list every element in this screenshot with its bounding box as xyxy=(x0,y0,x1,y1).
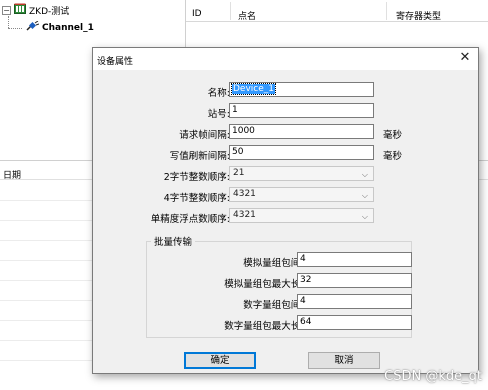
tree-connector xyxy=(8,16,9,28)
channel-plug-icon xyxy=(26,20,40,35)
log-row xyxy=(0,320,100,321)
log-row xyxy=(0,300,100,301)
dialog-titlebar[interactable]: 设备属性 ✕ xyxy=(93,48,478,70)
ok-button[interactable]: 确定 xyxy=(184,352,256,369)
float-order-value: 4321 xyxy=(233,210,256,220)
station-label: 站号: xyxy=(207,109,230,120)
station-field[interactable]: 1 xyxy=(229,103,374,118)
name-field[interactable]: Device_1 xyxy=(229,82,374,97)
log-row xyxy=(0,220,100,221)
float-order-label: 单精度浮点数顺序: xyxy=(150,214,230,225)
tree-node-root[interactable]: − ZKD-测试 xyxy=(2,3,69,17)
chevron-down-icon: ⌵ xyxy=(361,212,368,221)
tree-channel-label: Channel_1 xyxy=(42,23,94,33)
tree-root-label: ZKD-测试 xyxy=(29,6,70,17)
analog-interval-field[interactable]: 4 xyxy=(297,252,412,267)
watermark: CSDN @kde_qt xyxy=(384,369,482,384)
column-register-type[interactable]: 寄存器类型 xyxy=(396,9,441,22)
dialog-title: 设备属性 xyxy=(97,57,134,67)
byte4-order-value: 4321 xyxy=(233,189,256,199)
column-date[interactable]: 日期 xyxy=(3,168,21,181)
name-value: Device_1 xyxy=(230,83,277,95)
analog-maxlen-field[interactable]: 32 xyxy=(297,273,412,288)
request-interval-field[interactable]: 1000 xyxy=(229,124,374,139)
log-row xyxy=(0,240,100,241)
log-row xyxy=(0,200,100,201)
byte4-order-select[interactable]: 4321 ⌵ xyxy=(229,187,374,202)
batch-transfer-label: 批量传输 xyxy=(151,234,196,248)
database-icon xyxy=(14,3,26,17)
byte2-order-value: 21 xyxy=(233,168,245,178)
cancel-button[interactable]: 取消 xyxy=(308,352,380,369)
log-row xyxy=(0,260,100,261)
byte2-order-label: 2字节整数顺序: xyxy=(163,172,230,183)
column-point-name[interactable]: 点名 xyxy=(238,9,256,22)
digital-interval-field[interactable]: 4 xyxy=(297,294,412,309)
app-window: − ZKD-测试 Channel_1 ID 点名 寄存器类型 日期 设备属性 ✕… xyxy=(0,0,488,390)
write-refresh-field[interactable]: 50 xyxy=(229,145,374,160)
write-refresh-unit: 毫秒 xyxy=(383,151,403,162)
digital-maxlen-field[interactable]: 64 xyxy=(297,315,412,330)
close-icon[interactable]: ✕ xyxy=(458,51,472,65)
device-properties-dialog: 设备属性 ✕ 名称: Device_1 站号: 1 请求帧间隔: 1000 毫秒… xyxy=(92,47,479,374)
log-row xyxy=(0,280,100,281)
column-id[interactable]: ID xyxy=(192,9,202,19)
request-interval-unit: 毫秒 xyxy=(383,130,403,141)
name-label: 名称: xyxy=(207,88,230,99)
tree-connector xyxy=(8,28,22,29)
tree-collapse-icon[interactable]: − xyxy=(2,5,11,15)
byte4-order-label: 4字节整数顺序: xyxy=(163,193,230,204)
tag-grid-header: ID 点名 寄存器类型 xyxy=(186,0,488,22)
log-row xyxy=(0,340,100,341)
log-row xyxy=(0,360,100,361)
tree-node-channel[interactable]: Channel_1 xyxy=(26,20,94,35)
request-interval-label: 请求帧间隔: xyxy=(179,130,230,141)
chevron-down-icon: ⌵ xyxy=(361,170,368,179)
chevron-down-icon: ⌵ xyxy=(361,191,368,200)
float-order-select[interactable]: 4321 ⌵ xyxy=(229,208,374,223)
write-refresh-label: 写值刷新间隔: xyxy=(169,151,230,162)
byte2-order-select[interactable]: 21 ⌵ xyxy=(229,166,374,181)
